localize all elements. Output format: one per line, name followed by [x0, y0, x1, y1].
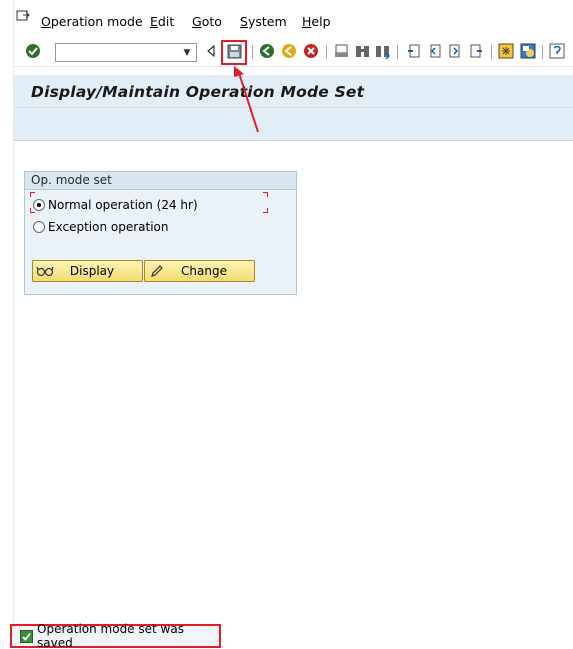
- title-bar: Display/Maintain Operation Mode Set: [14, 75, 573, 141]
- find-next-icon[interactable]: [373, 42, 391, 60]
- menu-icon[interactable]: [16, 9, 30, 23]
- focus-corner: [263, 192, 268, 197]
- radio-exception-label: Exception operation: [48, 220, 169, 234]
- exit-icon[interactable]: [280, 42, 298, 60]
- application-toolbar: [14, 107, 573, 108]
- back-triangle-icon[interactable]: [202, 42, 220, 60]
- cancel-icon[interactable]: [302, 42, 320, 60]
- next-page-icon[interactable]: [446, 42, 464, 60]
- print-icon[interactable]: [332, 42, 350, 60]
- shortcut-icon[interactable]: [519, 42, 537, 60]
- radio-normal-label: Normal operation (24 hr): [48, 198, 198, 212]
- focus-corner: [263, 208, 268, 213]
- focus-corner: [30, 192, 35, 197]
- status-bar[interactable]: Operation mode set was saved: [10, 622, 221, 649]
- display-button-label: Display: [69, 264, 115, 278]
- window-left-edge: [0, 0, 14, 649]
- op-mode-set-group: Op. mode set Normal operation (24 hr) Ex…: [24, 171, 297, 295]
- change-button[interactable]: Change: [144, 260, 255, 282]
- chevron-down-icon[interactable]: ▼: [180, 46, 194, 59]
- radio-exception-operation[interactable]: Exception operation: [33, 220, 169, 234]
- toolbar-separator: [491, 45, 492, 59]
- status-message: Operation mode set was saved: [37, 622, 184, 649]
- annotation-arrow: [234, 66, 259, 133]
- success-check-icon: [20, 629, 33, 643]
- menu-help[interactable]: Help: [302, 14, 331, 29]
- menu-goto[interactable]: Goto: [192, 14, 222, 29]
- radio-unselected-icon[interactable]: [33, 221, 45, 233]
- display-button[interactable]: Display: [32, 260, 143, 282]
- pencil-icon: [148, 263, 166, 279]
- help-icon[interactable]: [548, 42, 566, 60]
- glasses-icon: [36, 263, 54, 279]
- new-session-icon[interactable]: [497, 42, 515, 60]
- menu-operation-mode[interactable]: Operation mode: [41, 14, 143, 29]
- change-button-label: Change: [181, 264, 227, 278]
- toolbar-separator: [542, 45, 543, 59]
- back-icon[interactable]: [258, 42, 276, 60]
- menu-edit[interactable]: Edit: [150, 14, 174, 29]
- focus-corner: [30, 208, 35, 213]
- toolbar-separator: [252, 45, 253, 59]
- enter-check-icon[interactable]: [24, 42, 42, 60]
- radio-normal-operation[interactable]: Normal operation (24 hr): [33, 198, 198, 212]
- toolbar-separator: [397, 45, 398, 59]
- toolbar-separator: [326, 45, 327, 59]
- command-field[interactable]: ▼: [55, 43, 197, 62]
- standard-toolbar: ▼: [14, 36, 573, 67]
- group-title: Op. mode set: [25, 172, 296, 190]
- prev-page-icon[interactable]: [425, 42, 443, 60]
- find-icon[interactable]: [353, 42, 371, 60]
- last-page-icon[interactable]: [467, 42, 485, 60]
- menu-system[interactable]: System: [240, 14, 287, 29]
- menu-bar: Operation mode Edit Goto System Help: [14, 7, 573, 31]
- first-page-icon[interactable]: [404, 42, 422, 60]
- page-title: Display/Maintain Operation Mode Set: [31, 83, 365, 101]
